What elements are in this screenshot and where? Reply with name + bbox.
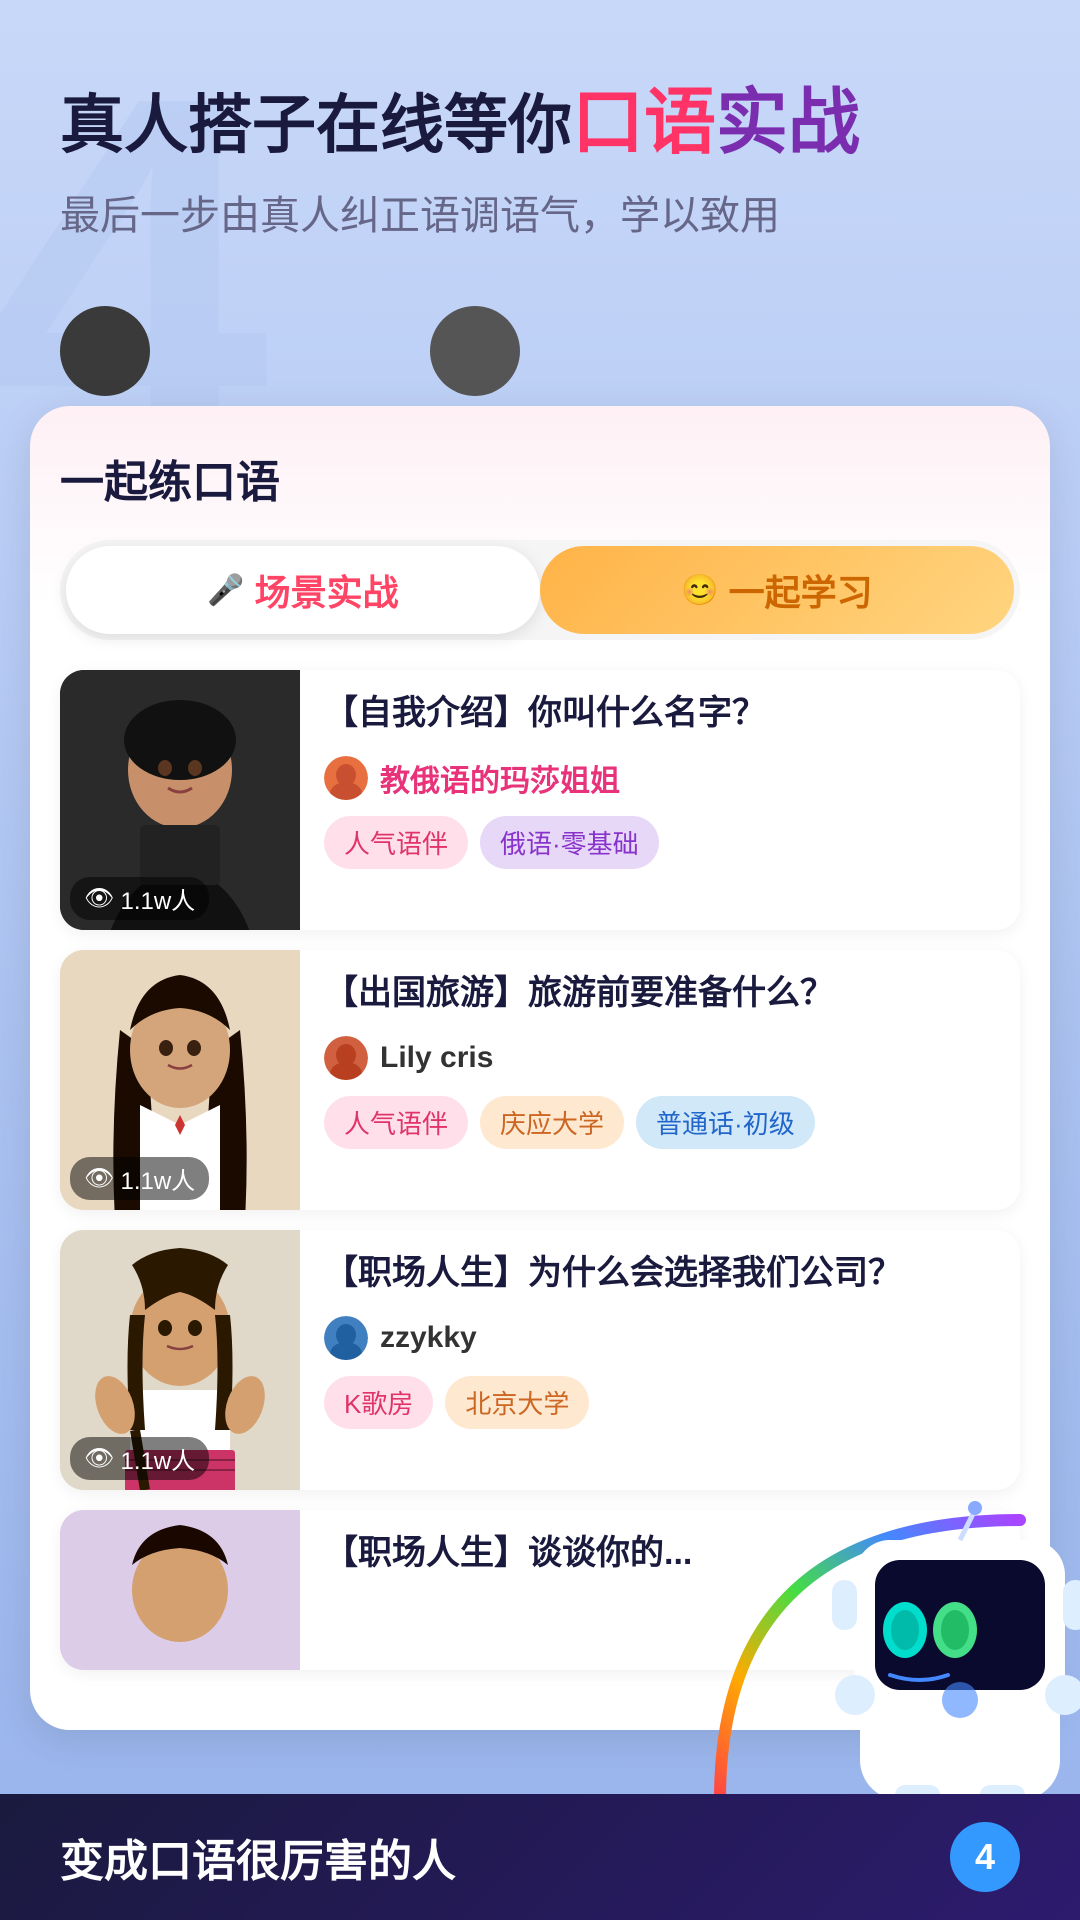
header-subtitle: 最后一步由真人纠正语调语气，学以致用 [60, 186, 1020, 246]
person-image-1: 👁 1.1w人 [60, 670, 300, 930]
author-name-2: Lily cris [380, 1041, 493, 1075]
item-title-3: 【职场人生】为什么会选择我们公司？ [324, 1250, 1000, 1298]
tab-scene-label: 场景实战 [255, 564, 399, 616]
tag-university: 庆应大学 [480, 1096, 624, 1149]
author-avatar-1 [324, 756, 368, 800]
tag-beijing: 北京大学 [445, 1376, 589, 1429]
author-row-2: Lily cris [324, 1036, 1000, 1080]
tag-russian: 俄语·零基础 [480, 816, 659, 869]
author-avatar-3 [324, 1316, 368, 1360]
person-image-3: 👁 1.1w人 [60, 1230, 300, 1490]
tab-study-label: 一起学习 [729, 564, 873, 616]
card-title: 一起练口语 [60, 446, 1020, 510]
tag-kroom: K歌房 [324, 1376, 433, 1429]
eye-icon-2: 👁 [84, 1164, 114, 1193]
person-image-2: 👁 1.1w人 [60, 950, 300, 1210]
author-row-3: zzykky [324, 1316, 1000, 1360]
author-name-1: 教俄语的玛莎姐姐 [380, 756, 620, 800]
list-item-content-3: 【职场人生】为什么会选择我们公司？ zzykky K歌房 北京大学 [300, 1230, 1020, 1490]
eye-icon: 👁 [84, 884, 114, 913]
list-item[interactable]: 👁 1.1w人 【自我介绍】你叫什么名字？ 教俄语的玛莎姐姐 人气语伴 俄语·零… [60, 670, 1020, 930]
tab-study[interactable]: 😊 一起学习 [540, 546, 1014, 634]
list-item-3[interactable]: 👁 1.1w人 【职场人生】为什么会选择我们公司？ zzykky K歌房 北京大… [60, 1230, 1020, 1490]
tag-mandarin: 普通话·初级 [636, 1096, 815, 1149]
tags-3: K歌房 北京大学 [324, 1376, 1000, 1429]
tag-popular: 人气语伴 [324, 816, 468, 869]
item-title-2: 【出国旅游】旅游前要准备什么？ [324, 970, 1000, 1018]
tab-bar: 🎤 场景实战 😊 一起学习 [60, 540, 1020, 640]
item-title-1: 【自我介绍】你叫什么名字？ [324, 690, 1000, 738]
eye-icon-3: 👁 [84, 1444, 114, 1473]
header-section: 真人搭子在线等你口语实战 最后一步由真人纠正语调语气，学以致用 [0, 0, 1080, 286]
title-prefix: 真人搭子在线等你 [60, 89, 572, 161]
person-image-4: ▶ 00:35 [60, 1510, 300, 1670]
bottom-bar: 变成口语很厉害的人 4 [0, 1794, 1080, 1920]
tab-scene[interactable]: 🎤 场景实战 [66, 546, 540, 634]
face-icon: 😊 [681, 573, 718, 608]
list-item-content-2: 【出国旅游】旅游前要准备什么？ Lily cris 人气语伴 庆应大学 普通话·… [300, 950, 1020, 1210]
tags-1: 人气语伴 俄语·零基础 [324, 816, 1000, 869]
top-avatar-2 [430, 306, 520, 396]
top-avatar-1 [60, 306, 150, 396]
header-title: 真人搭子在线等你口语实战 [60, 80, 1020, 166]
title-highlight-purple: 实战 [716, 83, 860, 163]
bottom-text: 变成口语很厉害的人 [60, 1825, 920, 1889]
author-row-1: 教俄语的玛莎姐姐 [324, 756, 1000, 800]
tags-2: 人气语伴 庆应大学 普通话·初级 [324, 1096, 1000, 1149]
top-avatars [0, 286, 1080, 396]
view-count-1: 👁 1.1w人 [70, 877, 209, 920]
robot-body [800, 1500, 1080, 1840]
author-name-3: zzykky [380, 1321, 477, 1355]
mic-icon: 🎤 [207, 573, 244, 608]
bottom-badge: 4 [950, 1822, 1020, 1892]
tag-popular-2: 人气语伴 [324, 1096, 468, 1149]
title-highlight-red: 口语 [572, 83, 716, 163]
list-item-content-1: 【自我介绍】你叫什么名字？ 教俄语的玛莎姐姐 人气语伴 俄语·零基础 [300, 670, 1020, 930]
robot-mascot [740, 1480, 1080, 1840]
view-count-3: 👁 1.1w人 [70, 1437, 209, 1480]
view-count-2: 👁 1.1w人 [70, 1157, 209, 1200]
author-avatar-2 [324, 1036, 368, 1080]
list-item-2[interactable]: 👁 1.1w人 【出国旅游】旅游前要准备什么？ Lily cris 人气语伴 庆… [60, 950, 1020, 1210]
